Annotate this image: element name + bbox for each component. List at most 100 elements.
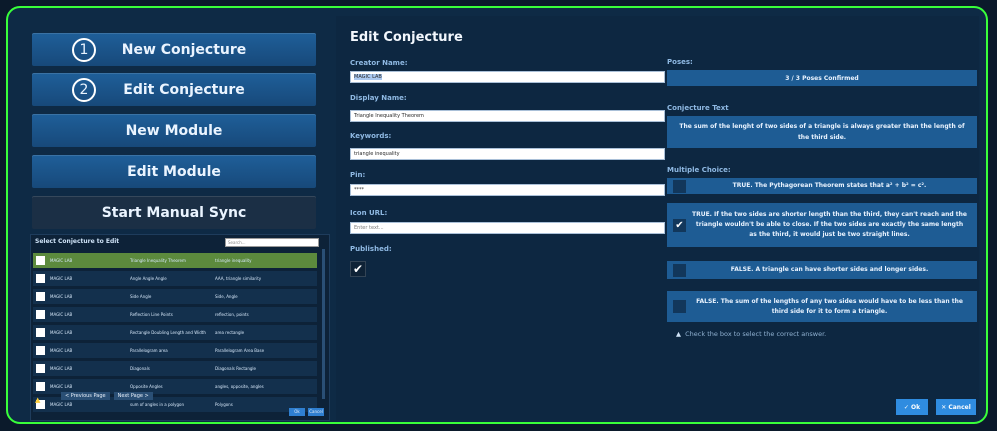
row-checkbox[interactable] [36,274,45,283]
row-keywords: area rectangle [215,330,245,335]
step-2-badge: 2 [72,77,96,102]
poses-label: Poses: [667,58,693,66]
check-icon: ✔ [675,219,684,231]
choice-checkbox-2[interactable]: ✔ [673,218,686,232]
row-checkbox[interactable] [36,346,45,355]
choice-checkbox-3[interactable] [673,263,686,277]
page-title: Edit Conjecture [350,30,463,45]
choice-text-1: TRUE. The Pythagorean Theorem states tha… [732,182,927,189]
row-keywords: Diagonals Rectangle [215,366,257,371]
table-row[interactable]: MAGIC LAB Parallelogram area Parallelogram… [33,343,317,358]
choice-option-3[interactable]: FALSE. A triangle can have shorter sides… [667,261,977,279]
start-manual-sync-button[interactable]: Start Manual Sync [32,196,316,229]
previous-page-button[interactable]: < Previous Page [61,392,110,400]
icon-url-field[interactable]: Enter text... [350,222,665,234]
row-checkbox[interactable] [36,310,45,319]
row-name: Angle Angle Angle [130,276,167,281]
edit-conjecture-label: Edit Conjecture [123,81,245,98]
choice-text-3: FALSE. A triangle can have shorter sides… [730,266,929,273]
row-creator: MAGIC LAB [50,402,73,407]
selector-ok-button[interactable]: Ok [289,408,305,416]
selector-rows: MAGIC LAB Triangle Inequality Theorem tria… [33,253,317,415]
row-creator: MAGIC LAB [50,258,73,263]
conjecture-text-label: Conjecture Text [667,104,729,112]
row-keywords: triangle inequality [215,258,252,263]
row-creator: MAGIC LAB [50,348,73,353]
row-name: Diagonals [130,366,150,371]
table-row[interactable]: MAGIC LAB Angle Angle Angle AAA, triangle … [33,271,317,286]
choice-text-4: FALSE. The sum of the lengths of any two… [696,297,963,315]
row-creator: MAGIC LAB [50,384,73,389]
choice-checkbox-1[interactable] [673,179,686,193]
row-creator: MAGIC LAB [50,312,73,317]
table-row[interactable]: MAGIC LAB Triangle Inequality Theorem tria… [33,253,317,268]
row-checkbox[interactable] [36,364,45,373]
row-keywords: Side, Angle [215,294,238,299]
row-keywords: Polygons [215,402,233,407]
selector-pagination: < Previous Page Next Page > [61,392,153,400]
pin-field[interactable]: **** [350,184,665,196]
selector-cancel-button[interactable]: Cancel [308,408,324,416]
row-name: Triangle Inequality Theorem [130,258,186,263]
row-name: Parallelogram area [130,348,168,353]
display-name-field[interactable]: Triangle Inequality Theorem [350,110,665,122]
table-row[interactable]: MAGIC LAB Side Angle Side, Angle [33,289,317,304]
choice-option-2[interactable]: ✔ TRUE. If the two sides are shorter len… [667,203,977,247]
published-checkbox[interactable]: ✔ [350,261,366,277]
row-checkbox[interactable] [36,292,45,301]
keywords-field[interactable]: triangle inequality [350,148,665,160]
table-row[interactable]: MAGIC LAB Reflection Line Points reflectio… [33,307,317,322]
edit-conjecture-panel: Edit Conjecture Creator Name: MAGIC LAB … [336,16,979,420]
pin-label: Pin: [350,171,366,179]
step-1-badge: 1 [72,37,96,62]
poses-button[interactable]: 3 / 3 Poses Confirmed [667,70,977,86]
hint-text: ▲ Check the box to select the correct an… [676,330,826,338]
row-keywords: AAA, triangle similarity [215,276,262,281]
row-creator: MAGIC LAB [50,294,73,299]
conjecture-selector: Select Conjecture to Edit Search... MAGI… [30,234,330,421]
hint-label: Check the box to select the correct answ… [685,330,827,338]
choice-option-4[interactable]: FALSE. The sum of the lengths of any two… [667,291,977,322]
keywords-label: Keywords: [350,132,392,140]
new-conjecture-button[interactable]: 1 New Conjecture [32,33,316,66]
published-label: Published: [350,245,392,253]
conjecture-text-field[interactable]: The sum of the lenght of two sides of a … [667,116,977,148]
row-creator: MAGIC LAB [50,276,73,281]
row-creator: MAGIC LAB [50,330,73,335]
new-module-button[interactable]: New Module [32,114,316,147]
selector-scrollbar[interactable] [322,249,325,399]
selector-search-input[interactable]: Search... [225,238,319,247]
choice-checkbox-4[interactable] [673,300,686,313]
row-checkbox[interactable] [36,256,45,265]
selector-title: Select Conjecture to Edit [35,238,120,245]
icon-url-label: Icon URL: [350,209,388,217]
table-row[interactable]: MAGIC LAB Diagonals Diagonals Rectangle [33,361,317,376]
row-name: Opposite Angles [130,384,163,389]
table-row[interactable]: MAGIC LAB Rectangle Doubling Length and W… [33,325,317,340]
creator-name-label: Creator Name: [350,59,408,67]
cancel-button[interactable]: ✕ Cancel [936,399,976,415]
row-checkbox[interactable] [36,328,45,337]
creator-name-field[interactable]: MAGIC LAB [350,71,665,83]
warning-icon: ▲ [676,330,681,338]
row-keywords: Parallelogram Area Base [215,348,265,353]
row-name: Reflection Line Points [130,312,173,317]
edit-conjecture-button[interactable]: 2 Edit Conjecture [32,73,316,106]
row-keywords: angles, opposite, angles [215,384,264,389]
new-conjecture-label: New Conjecture [121,41,247,58]
warning-icon: ▲ [35,396,41,404]
row-name: Rectangle Doubling Length and Width [130,330,206,335]
left-menu: 1 New Conjecture 2 Edit Conjecture New M… [18,16,330,421]
row-name: Side Angle [130,294,152,299]
row-creator: MAGIC LAB [50,366,73,371]
row-keywords: reflection, points [215,312,249,317]
row-checkbox[interactable] [36,382,45,391]
next-page-button[interactable]: Next Page > [113,392,153,400]
check-icon: ✔ [352,262,364,276]
edit-module-button[interactable]: Edit Module [32,155,316,188]
display-name-label: Display Name: [350,94,407,102]
row-name: sum of angles in a polygon [130,402,184,407]
choice-text-2: TRUE. If the two sides are shorter lengt… [692,211,968,238]
choice-option-1[interactable]: TRUE. The Pythagorean Theorem states tha… [667,178,977,194]
ok-button[interactable]: ✓ Ok [896,399,928,415]
